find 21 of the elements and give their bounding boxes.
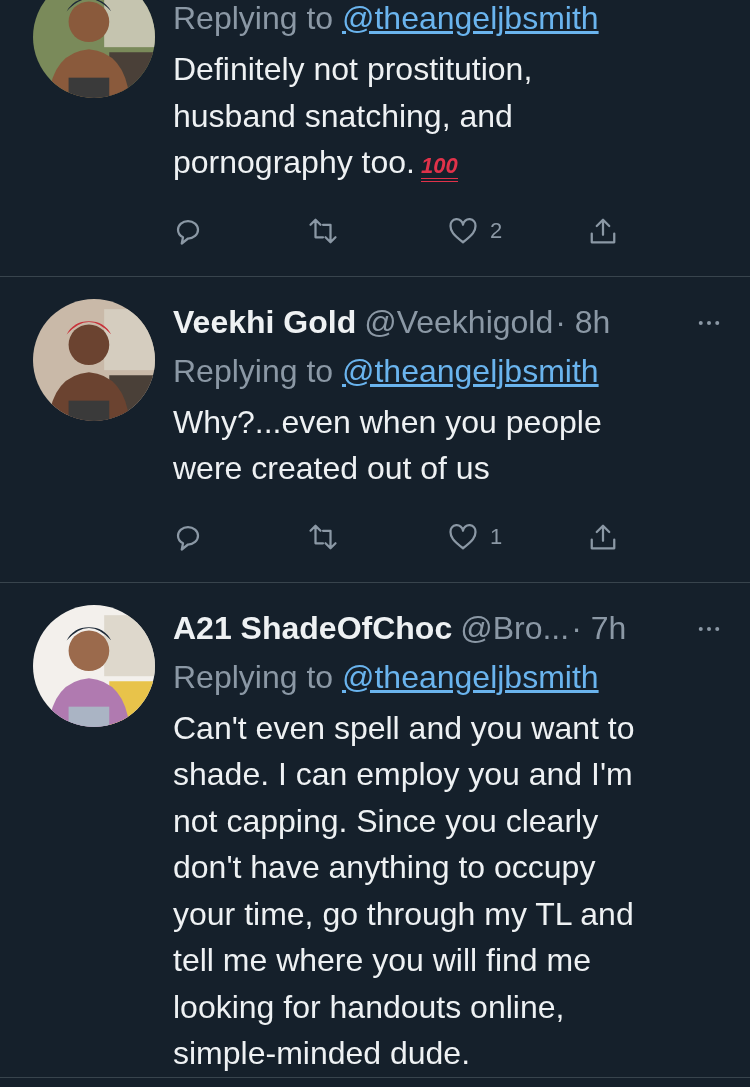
mention-link[interactable]: @theangeljbsmith: [342, 658, 599, 695]
more-icon[interactable]: [698, 319, 720, 326]
author-name[interactable]: Veekhi Gold: [173, 304, 357, 341]
replying-label: Replying to: [173, 352, 334, 389]
tweet-text: Definitely not prostitution, husband snatching, and pornography too. 100: [173, 50, 534, 184]
tweet-text: Why?...even when you people were created out of us: [173, 402, 603, 488]
tweet-time: · 8h: [555, 304, 611, 341]
like-count: 2: [490, 217, 503, 244]
replying-label: Replying to: [173, 0, 334, 36]
author-handle: @Veekhigold: [364, 304, 554, 341]
more-icon[interactable]: [698, 625, 720, 632]
author-name[interactable]: A21 ShadeOfChoc: [173, 610, 453, 647]
author-handle: @Bro...: [460, 610, 570, 647]
mention-link[interactable]: @theangeljbsmith: [342, 352, 599, 389]
tweet-text: Can't even spell and you want to shade. I can employ you and I'm not capping. Since you clearly don't have anything to occupy your time, go through my TL and tell me where you will find me looking for handouts online, simple-minded dude.: [173, 708, 636, 1073]
replying-label: Replying to: [173, 658, 334, 695]
heart-icon[interactable]: [448, 215, 478, 246]
mention-link[interactable]: @theangeljbsmith: [342, 0, 599, 36]
heart-icon[interactable]: [448, 521, 478, 552]
like-count: 1: [490, 523, 503, 550]
tweet-time: · 7h: [571, 610, 627, 647]
